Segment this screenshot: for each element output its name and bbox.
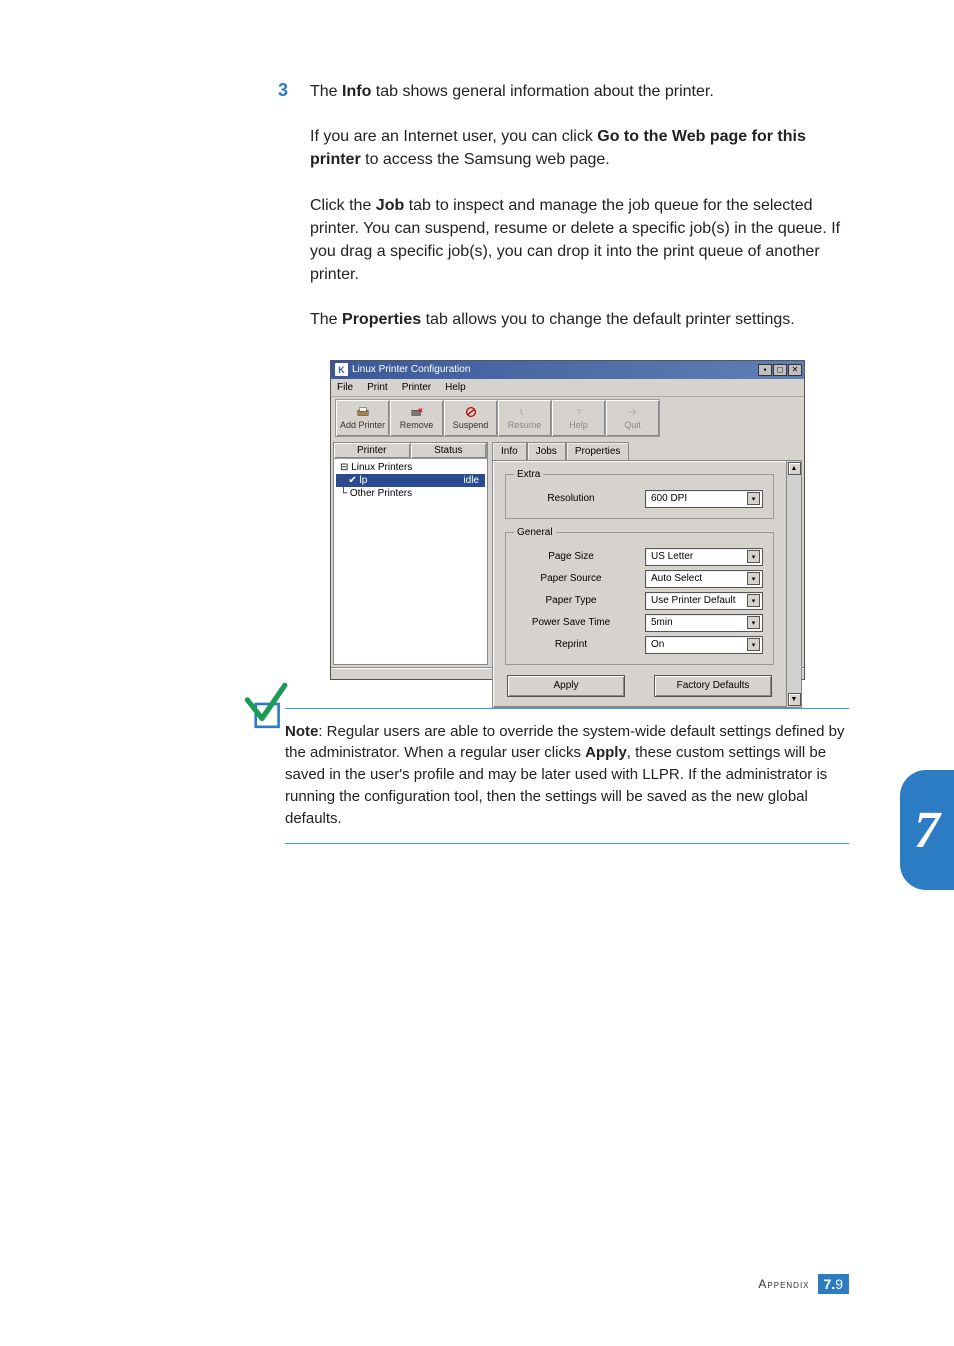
toolbar-suspend[interactable]: Suspend [443, 399, 498, 437]
page-footer: Appendix 7.9 [758, 1274, 849, 1294]
right-panel: Info Jobs Properties Extra Resolution 60… [492, 442, 802, 665]
fieldset-general: General Page Size US Letter▾ Paper Sourc… [505, 527, 774, 665]
window-title: Linux Printer Configuration [352, 364, 470, 375]
footer-chapter: 7. [824, 1276, 836, 1292]
select-resolution[interactable]: 600 DPI▾ [645, 490, 763, 508]
menu-print[interactable]: Print [367, 382, 388, 393]
menu-help[interactable]: Help [445, 382, 466, 393]
select-paper-type[interactable]: Use Printer Default▾ [645, 592, 763, 610]
tree-item-lp[interactable]: ✔ lp idle [336, 474, 485, 487]
window-title-bar: K Linux Printer Configuration ▪ ◻ ✕ [331, 361, 804, 379]
note-label: Note [285, 723, 318, 740]
chevron-down-icon: ▾ [747, 492, 760, 505]
toolbar-help[interactable]: ? Help [551, 399, 606, 437]
menu-file[interactable]: File [337, 382, 353, 393]
paragraph-properties: The Properties tab allows you to change … [310, 308, 849, 331]
chevron-down-icon: ▾ [747, 550, 760, 563]
row-paper-type: Paper Type Use Printer Default▾ [514, 592, 765, 610]
toolbar-resume[interactable]: Resume [497, 399, 552, 437]
printer-add-icon [356, 406, 370, 418]
select-reprint[interactable]: On▾ [645, 636, 763, 654]
row-resolution: Resolution 600 DPI▾ [514, 490, 765, 508]
toolbar-add-printer[interactable]: Add Printer [335, 399, 390, 437]
printer-remove-icon [410, 406, 424, 418]
paragraph-web: If you are an Internet user, you can cli… [310, 125, 849, 171]
fieldset-extra: Extra Resolution 600 DPI▾ [505, 469, 774, 519]
scroll-up-icon[interactable]: ▲ [788, 462, 801, 475]
body-text: The Info tab shows general information a… [310, 80, 849, 332]
step-number: 3 [278, 80, 288, 101]
legend-extra: Extra [514, 469, 543, 480]
chevron-down-icon: ▾ [747, 594, 760, 607]
minimize-button[interactable]: ▪ [758, 364, 772, 376]
row-paper-source: Paper Source Auto Select▾ [514, 570, 765, 588]
chevron-down-icon: ▾ [747, 638, 760, 651]
resume-icon [518, 406, 532, 418]
paragraph-info: The Info tab shows general information a… [310, 80, 849, 103]
factory-defaults-button[interactable]: Factory Defaults [654, 675, 772, 697]
close-button[interactable]: ✕ [788, 364, 802, 376]
suspend-icon [464, 406, 478, 418]
svg-text:?: ? [576, 408, 581, 418]
app-icon: K [335, 363, 348, 376]
tree-other[interactable]: └ Other Printers [336, 487, 485, 500]
toolbar-remove[interactable]: Remove [389, 399, 444, 437]
tree-header-status[interactable]: Status [411, 443, 488, 458]
toolbar: Add Printer Remove Suspend Resume ? Help… [331, 397, 804, 440]
chapter-thumb-tab: 7 [900, 770, 954, 890]
tree-root[interactable]: ⊟ Linux Printers [336, 461, 485, 474]
help-icon: ? [572, 406, 586, 418]
tab-properties[interactable]: Properties [566, 442, 630, 460]
tab-jobs[interactable]: Jobs [527, 442, 566, 460]
row-page-size: Page Size US Letter▾ [514, 548, 765, 566]
scrollbar[interactable]: ▲ ▼ [786, 461, 801, 707]
printer-tree: Printer Status ⊟ Linux Printers ✔ lp idl… [333, 442, 488, 665]
tree-header-printer[interactable]: Printer [334, 443, 411, 458]
paragraph-job: Click the Job tab to inspect and manage … [310, 194, 849, 287]
select-power-save[interactable]: 5min▾ [645, 614, 763, 632]
note-block: Note: Regular users are able to override… [285, 708, 849, 845]
footer-page: 9 [835, 1276, 843, 1292]
menu-printer[interactable]: Printer [402, 382, 431, 393]
note-checkmark-icon [237, 679, 289, 731]
apply-button[interactable]: Apply [507, 675, 625, 697]
quit-icon [626, 406, 640, 418]
tab-info[interactable]: Info [492, 442, 527, 460]
maximize-button[interactable]: ◻ [773, 364, 787, 376]
embedded-screenshot: K Linux Printer Configuration ▪ ◻ ✕ File… [330, 360, 805, 680]
row-reprint: Reprint On▾ [514, 636, 765, 654]
row-power-save: Power Save Time 5min▾ [514, 614, 765, 632]
select-paper-source[interactable]: Auto Select▾ [645, 570, 763, 588]
select-page-size[interactable]: US Letter▾ [645, 548, 763, 566]
chevron-down-icon: ▾ [747, 572, 760, 585]
toolbar-quit[interactable]: Quit [605, 399, 660, 437]
chevron-down-icon: ▾ [747, 616, 760, 629]
menubar: File Print Printer Help [331, 379, 804, 397]
footer-section: Appendix [758, 1277, 809, 1291]
scroll-down-icon[interactable]: ▼ [788, 693, 801, 706]
legend-general: General [514, 527, 556, 538]
